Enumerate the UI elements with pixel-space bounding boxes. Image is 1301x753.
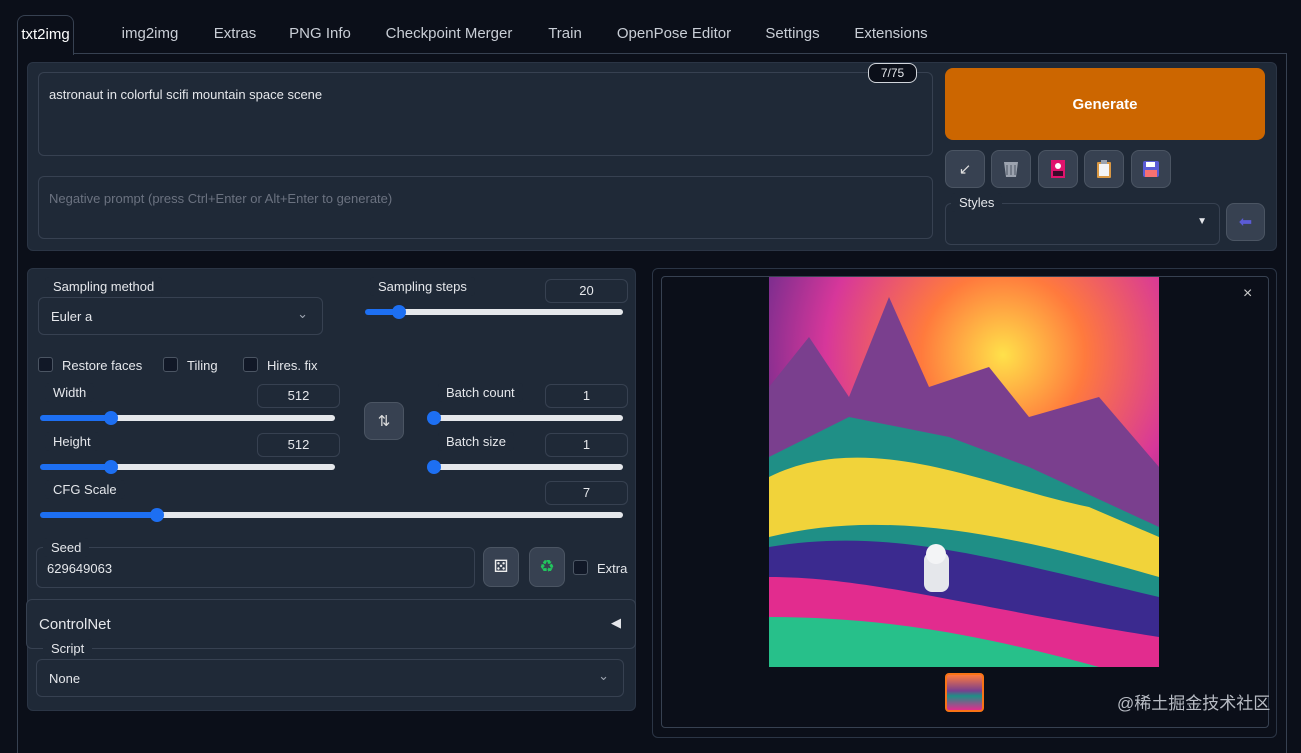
controlnet-accordion[interactable]: ControlNet ◀ xyxy=(26,599,636,649)
cfg-scale-label: CFG Scale xyxy=(45,480,125,499)
extra-seed-checkbox[interactable] xyxy=(573,560,588,575)
negative-prompt-placeholder: Negative prompt (press Ctrl+Enter or Alt… xyxy=(49,191,393,206)
tab-openpose-editor[interactable]: OpenPose Editor xyxy=(607,15,741,54)
controlnet-label: ControlNet xyxy=(39,616,111,633)
script-label: Script xyxy=(43,639,93,658)
slider-handle[interactable] xyxy=(427,460,441,474)
hires-fix-checkbox[interactable] xyxy=(243,357,258,372)
seed-input[interactable]: 629649063 xyxy=(36,547,475,588)
watermark: @稀土掘金技术社区 xyxy=(1117,694,1271,713)
trash-icon xyxy=(1004,162,1018,177)
generated-image[interactable] xyxy=(769,277,1159,667)
tab-txt2img[interactable]: txt2img xyxy=(17,15,74,55)
restore-faces-label: Restore faces xyxy=(62,358,143,373)
arrow-down-left-icon: ↙ xyxy=(958,161,972,178)
slider-handle[interactable] xyxy=(103,460,118,474)
slider-handle[interactable] xyxy=(391,305,406,319)
clipboard-icon xyxy=(1097,160,1111,178)
sampling-steps-slider[interactable] xyxy=(365,305,623,319)
height-label: Height xyxy=(45,432,99,451)
tab-img2img[interactable]: img2img xyxy=(108,15,192,54)
styles-label: Styles xyxy=(951,193,1003,212)
token-counter: 7/75 xyxy=(868,63,917,83)
batch-size-label: Batch size xyxy=(438,432,514,451)
back-arrow-icon: ⬅ xyxy=(1238,214,1253,231)
generate-button[interactable]: Generate xyxy=(945,68,1265,140)
random-seed-button[interactable]: ⚄ xyxy=(483,547,519,587)
height-input[interactable]: 512 xyxy=(257,433,340,457)
show-extra-networks-button[interactable] xyxy=(1038,150,1078,188)
slider-handle[interactable] xyxy=(427,411,441,425)
seed-value: 629649063 xyxy=(47,561,113,576)
sampling-steps-label: Sampling steps xyxy=(370,277,475,296)
script-value: None xyxy=(49,671,81,686)
save-style-button[interactable] xyxy=(1131,150,1171,188)
swap-dimensions-button[interactable]: ⇅ xyxy=(364,402,404,440)
width-slider[interactable] xyxy=(40,411,335,425)
cfg-scale-slider[interactable] xyxy=(40,508,623,522)
recycle-icon: ♻ xyxy=(539,557,555,576)
prompt-input[interactable]: astronaut in colorful scifi mountain spa… xyxy=(38,72,933,156)
caret-down-icon: ▼ xyxy=(1197,216,1207,227)
batch-size-input[interactable]: 1 xyxy=(545,433,628,457)
hires-fix-label: Hires. fix xyxy=(267,358,318,373)
read-params-button[interactable]: ↙ xyxy=(945,150,985,188)
tab-extensions[interactable]: Extensions xyxy=(845,15,937,54)
apply-style-button[interactable] xyxy=(1084,150,1124,188)
tab-settings[interactable]: Settings xyxy=(755,15,830,54)
prompt-text: astronaut in colorful scifi mountain spa… xyxy=(49,87,323,102)
slider-handle[interactable] xyxy=(149,508,164,522)
slider-handle[interactable] xyxy=(103,411,118,425)
reuse-seed-button[interactable]: ♻ xyxy=(529,547,565,587)
width-label: Width xyxy=(45,383,95,402)
seed-label: Seed xyxy=(43,538,90,557)
sampling-method-value: Euler a xyxy=(51,309,93,324)
batch-count-slider[interactable] xyxy=(427,411,623,425)
batch-size-slider[interactable] xyxy=(427,460,623,474)
width-input[interactable]: 512 xyxy=(257,384,340,408)
height-slider[interactable] xyxy=(40,460,335,474)
script-dropdown[interactable]: None ⌄ xyxy=(36,659,624,697)
tab-extras[interactable]: Extras xyxy=(205,15,265,54)
tiling-checkbox[interactable] xyxy=(163,357,178,372)
chevron-down-icon: ⌄ xyxy=(598,668,609,683)
tiling-label: Tiling xyxy=(187,358,218,373)
dice-icon: ⚄ xyxy=(493,557,509,576)
close-icon[interactable]: × xyxy=(1243,285,1252,303)
sampling-method-dropdown[interactable]: Euler a ⌄ xyxy=(38,297,323,335)
restore-faces-checkbox[interactable] xyxy=(38,357,53,372)
floppy-disk-icon xyxy=(1143,161,1159,177)
tab-checkpoint-merger[interactable]: Checkpoint Merger xyxy=(375,15,523,54)
negative-prompt-input[interactable]: Negative prompt (press Ctrl+Enter or Alt… xyxy=(38,176,933,239)
styles-apply-button[interactable]: ⬅ xyxy=(1226,203,1265,241)
picture-icon xyxy=(1051,160,1065,178)
sampling-steps-input[interactable]: 20 xyxy=(545,279,628,303)
gallery-thumbnail[interactable] xyxy=(945,673,984,712)
chevron-down-icon: ⌄ xyxy=(297,306,308,321)
swap-arrows-icon: ⇅ xyxy=(377,413,391,430)
sampling-method-label: Sampling method xyxy=(45,277,163,296)
batch-count-input[interactable]: 1 xyxy=(545,384,628,408)
cfg-scale-input[interactable]: 7 xyxy=(545,481,628,505)
batch-count-label: Batch count xyxy=(438,383,523,402)
extra-seed-label: Extra xyxy=(597,561,628,576)
tab-png-info[interactable]: PNG Info xyxy=(280,15,360,54)
collapse-triangle-icon: ◀ xyxy=(611,615,621,630)
clear-prompt-button[interactable] xyxy=(991,150,1031,188)
tab-train[interactable]: Train xyxy=(538,15,592,54)
